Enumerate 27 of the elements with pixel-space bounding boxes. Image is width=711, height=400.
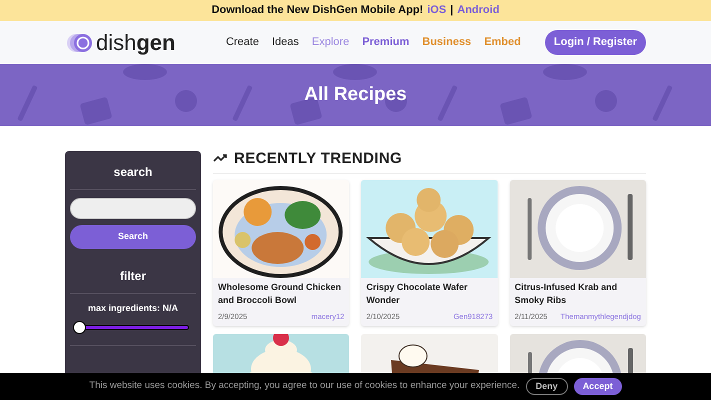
ios-link[interactable]: iOS [427,2,446,19]
recipe-title: Crispy Chocolate Wafer Wonder [366,281,469,307]
android-link[interactable]: Android [457,2,500,19]
search-heading: search [112,164,154,181]
recipe-title: Citrus-Infused Krab and Smoky Ribs [514,281,618,307]
promo-text: Download the New DishGen Mobile App! [212,3,424,18]
recipe-title: Wholesome Ground Chicken and Broccoli Bowl [218,281,342,307]
trending-icon [213,153,228,163]
nav-link[interactable]: Embed [484,34,521,51]
section-title: RECENTLY TRENDING [234,150,402,166]
nav-link[interactable]: Create [226,34,259,51]
logo-icon [66,32,94,54]
nav-link[interactable]: Business [422,34,472,51]
nav-link[interactable]: Premium [362,34,410,51]
filter-label: max ingredients: N/A [86,302,180,315]
nav-link[interactable]: Ideas [272,34,299,51]
cookie-notice: This website uses cookies. By accepting, you agree to our use of cookies to enhance your experience. [89,379,520,394]
logo-text: dishgen [96,32,176,54]
filter-heading: filter [118,268,147,285]
login-button[interactable]: Login / Register [544,30,646,55]
page-title: All Recipes [304,82,407,107]
nav-link[interactable]: Explore [312,34,350,51]
separator-text: | [450,3,454,18]
accept-button[interactable]: Accept [574,378,622,395]
search-field[interactable] [70,198,196,219]
deny-button[interactable]: Deny [526,378,568,395]
search-button[interactable]: Search [70,225,196,249]
